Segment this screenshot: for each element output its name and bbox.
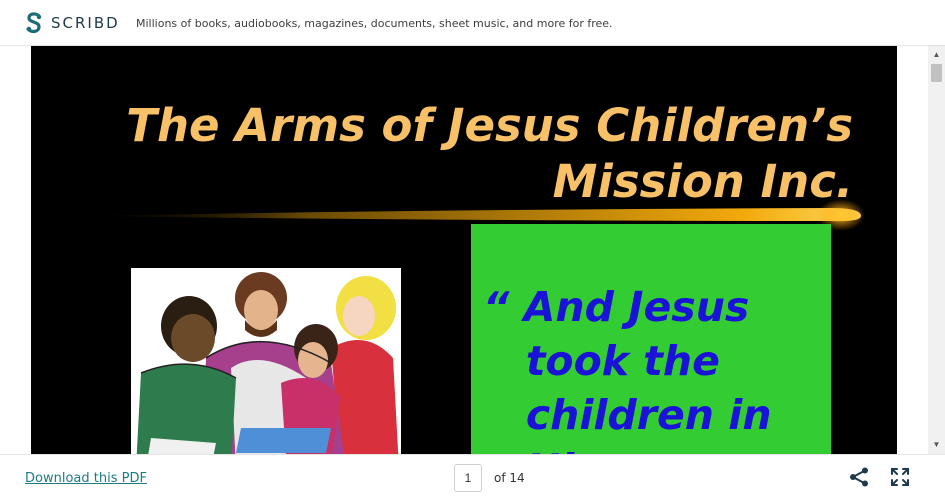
bottom-toolbar: Download this PDF of 14 bbox=[0, 454, 945, 500]
fullscreen-icon[interactable] bbox=[890, 467, 910, 487]
scroll-thumb[interactable] bbox=[931, 64, 942, 82]
document-viewer[interactable]: The Arms of Jesus Children’s Mission Inc… bbox=[0, 46, 928, 454]
download-pdf-link[interactable]: Download this PDF bbox=[25, 471, 147, 486]
page-number-input[interactable] bbox=[454, 464, 482, 492]
logo-text: SCRIBD bbox=[51, 14, 120, 32]
share-icon[interactable] bbox=[848, 466, 870, 488]
quote-line: took the bbox=[483, 337, 720, 385]
quote-box: “ And Jesus took the children in His bbox=[471, 224, 831, 454]
slide-illustration bbox=[131, 268, 401, 454]
scroll-down-arrow-icon[interactable]: ▼ bbox=[928, 440, 945, 450]
slide-title-line-1: The Arms of Jesus Children’s bbox=[126, 99, 853, 152]
quote-line: “ And Jesus bbox=[483, 283, 750, 331]
top-bar: SCRIBD Millions of books, audiobooks, ma… bbox=[0, 0, 945, 46]
page-total-label: of 14 bbox=[494, 471, 525, 485]
quote-line: His bbox=[483, 442, 772, 454]
tagline: Millions of books, audiobooks, magazines… bbox=[136, 17, 613, 30]
quote-line: children in bbox=[483, 391, 772, 439]
vertical-scrollbar[interactable]: ▲ ▼ bbox=[928, 46, 945, 454]
slide-quote: “ And Jesus took the children in His bbox=[483, 280, 772, 454]
slide-title: The Arms of Jesus Children’s Mission Inc… bbox=[33, 98, 853, 210]
scribd-logo[interactable]: SCRIBD bbox=[24, 12, 120, 34]
jesus-children-illustration bbox=[131, 268, 401, 454]
scroll-up-arrow-icon[interactable]: ▲ bbox=[928, 50, 945, 60]
slide-page: The Arms of Jesus Children’s Mission Inc… bbox=[31, 46, 897, 454]
scribd-logo-icon bbox=[26, 12, 42, 34]
